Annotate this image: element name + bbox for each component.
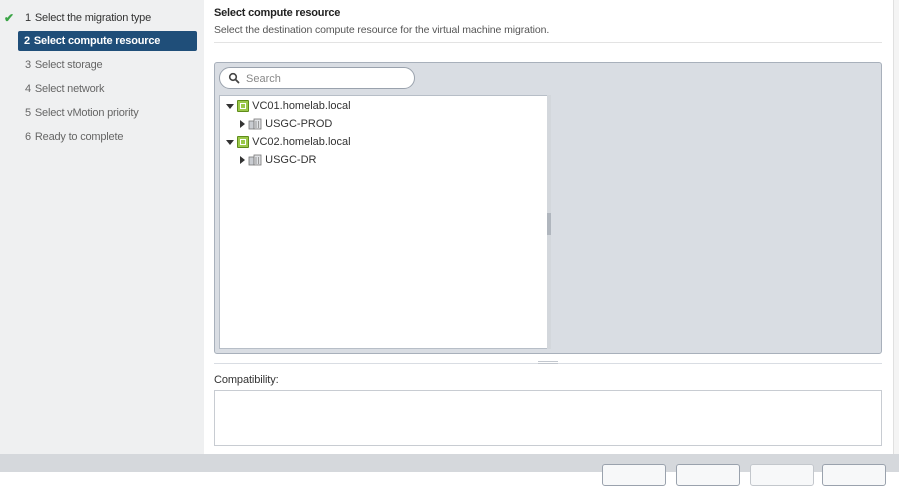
step-4: 4 Select network [0, 79, 200, 99]
step-number: 5 [25, 107, 31, 119]
tree-node-vc01[interactable]: VC01.homelab.local [226, 98, 351, 114]
splitter-grip[interactable] [547, 213, 551, 235]
tree-node-usgc-prod[interactable]: USGC-PROD [240, 116, 332, 132]
expand-arrow-icon[interactable] [226, 139, 234, 145]
search-input[interactable] [244, 70, 408, 88]
step-5: 5 Select vMotion priority [0, 103, 200, 123]
search-box[interactable] [219, 67, 415, 89]
page-subtitle: Select the destination compute resource … [214, 24, 550, 36]
divider [214, 42, 882, 43]
collapse-arrow-icon[interactable] [240, 156, 245, 165]
compatibility-box [214, 390, 882, 446]
step-2[interactable]: 2 Select compute resource [18, 31, 197, 51]
tree-node-label: VC02.homelab.local [252, 136, 351, 148]
wizard-steps-sidebar: ✔ 1 Select the migration type 2 Select com… [0, 0, 204, 454]
resource-tree: VC01.homelab.local USGC-PROD VC02.homela… [219, 95, 549, 349]
step-number: 1 [25, 12, 31, 24]
step-label: Select network [34, 83, 105, 95]
datacenter-icon [248, 118, 262, 130]
step-label: Select storage [34, 59, 103, 71]
check-icon: ✔ [4, 11, 14, 25]
step-label: Select compute resource [33, 35, 161, 47]
footer-bar [0, 454, 899, 486]
tree-node-usgc-dr[interactable]: USGC-DR [240, 152, 316, 168]
tree-node-label: USGC-DR [265, 154, 317, 166]
compatibility-label: Compatibility: [214, 374, 279, 386]
tree-node-vc02[interactable]: VC02.homelab.local [226, 134, 351, 150]
search-icon [228, 72, 240, 84]
step-number: 2 [24, 35, 30, 47]
step-1[interactable]: ✔ 1 Select the migration type [0, 8, 200, 28]
step-number: 4 [25, 83, 31, 95]
datacenter-icon [248, 154, 262, 166]
vcenter-icon [237, 136, 250, 149]
compute-resource-panel: VC01.homelab.local USGC-PROD VC02.homela… [214, 62, 882, 354]
next-button[interactable] [676, 464, 740, 486]
expand-arrow-icon[interactable] [226, 103, 234, 109]
window-edge [893, 0, 899, 454]
cancel-button[interactable] [822, 464, 886, 486]
step-number: 6 [25, 131, 31, 143]
tree-node-label: VC01.homelab.local [252, 100, 351, 112]
page-title: Select compute resource [214, 7, 341, 19]
horizontal-splitter[interactable] [214, 361, 882, 364]
splitter-grip[interactable] [538, 361, 558, 364]
tree-node-label: USGC-PROD [265, 118, 333, 130]
vertical-splitter[interactable] [547, 95, 551, 349]
main-content: Select compute resource Select the desti… [204, 0, 899, 454]
step-label: Select the migration type [34, 12, 151, 24]
step-label: Ready to complete [34, 131, 124, 143]
step-number: 3 [25, 59, 31, 71]
back-button[interactable] [602, 464, 666, 486]
step-3: 3 Select storage [0, 55, 200, 75]
step-label: Select vMotion priority [34, 107, 139, 119]
collapse-arrow-icon[interactable] [240, 120, 245, 129]
step-6: 6 Ready to complete [0, 127, 200, 147]
finish-button[interactable] [750, 464, 814, 486]
vcenter-icon [237, 100, 250, 113]
